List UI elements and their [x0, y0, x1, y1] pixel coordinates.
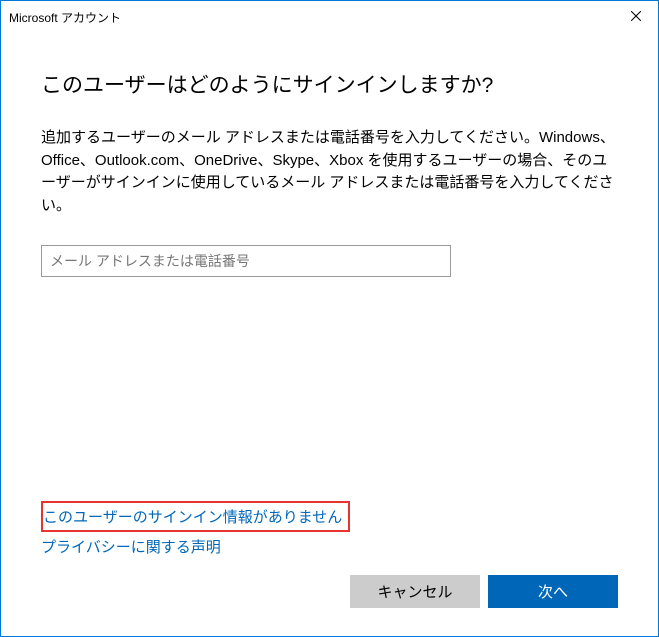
titlebar: Microsoft アカウント [1, 1, 658, 31]
dialog-window: Microsoft アカウント このユーザーはどのようにサインインしますか? 追… [0, 0, 659, 637]
links-section: このユーザーのサインイン情報がありません プライバシーに関する声明 [41, 501, 618, 557]
button-row: キャンセル 次へ [41, 575, 618, 616]
page-heading: このユーザーはどのようにサインインしますか? [41, 69, 618, 99]
cancel-button[interactable]: キャンセル [350, 575, 480, 608]
dialog-content: このユーザーはどのようにサインインしますか? 追加するユーザーのメール アドレス… [1, 31, 658, 636]
spacer [41, 277, 618, 501]
next-button[interactable]: 次へ [488, 575, 618, 608]
email-phone-input[interactable] [41, 245, 451, 277]
close-button[interactable] [613, 1, 658, 31]
close-icon [631, 11, 641, 21]
no-signin-info-link[interactable]: このユーザーのサインイン情報がありません [43, 506, 342, 527]
privacy-link[interactable]: プライバシーに関する声明 [41, 536, 221, 557]
page-description: 追加するユーザーのメール アドレスまたは電話番号を入力してください。Window… [41, 127, 618, 217]
window-title: Microsoft アカウント [9, 7, 121, 26]
highlighted-link-box: このユーザーのサインイン情報がありません [41, 501, 350, 532]
